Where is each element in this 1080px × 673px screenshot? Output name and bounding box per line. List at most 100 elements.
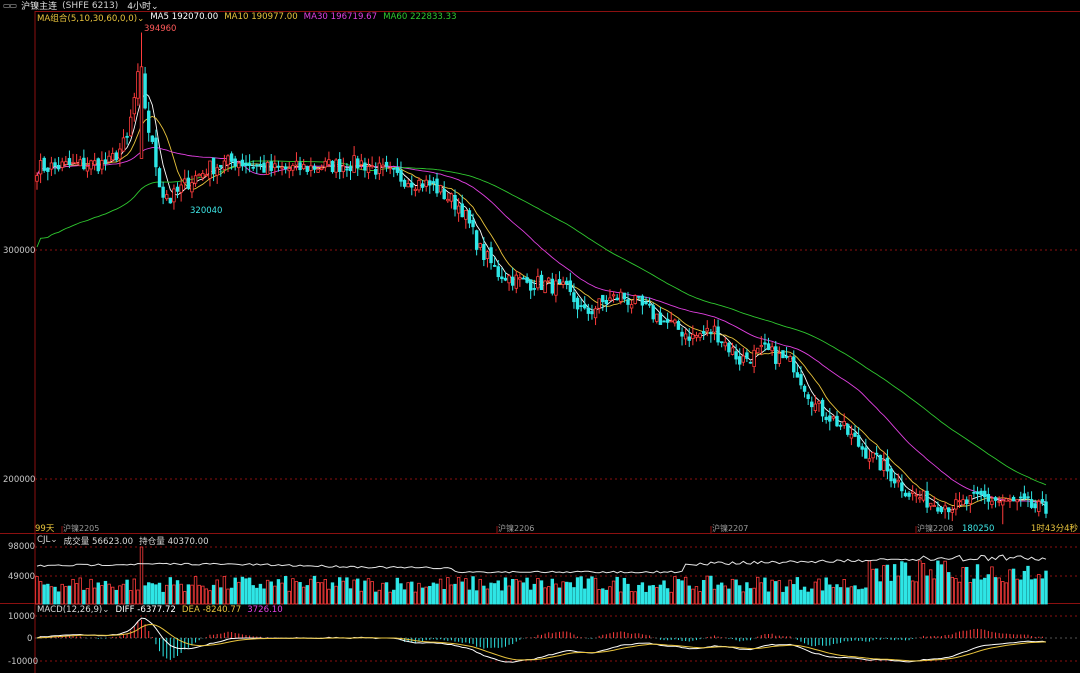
candle-body xyxy=(118,148,122,160)
volume-bar xyxy=(179,583,183,605)
volume-bar xyxy=(215,579,219,605)
candle xyxy=(1044,494,1048,519)
volume-bar xyxy=(774,581,778,605)
candle-body xyxy=(334,159,338,173)
volume-bar xyxy=(925,575,929,605)
candle-body xyxy=(867,458,872,462)
candle-body xyxy=(395,167,400,173)
volume-bar xyxy=(35,576,39,605)
days-label: 99天 xyxy=(35,524,55,534)
candle xyxy=(193,170,198,187)
volume-bar xyxy=(900,561,904,605)
high-price-annotation: 394960 xyxy=(144,24,176,34)
volume-bar xyxy=(363,580,367,605)
candle-body xyxy=(521,277,526,280)
candle-body xyxy=(172,188,176,203)
candle xyxy=(640,294,645,315)
candle xyxy=(583,296,587,310)
volume-bar xyxy=(348,588,353,605)
candle xyxy=(348,161,353,180)
candle xyxy=(128,109,133,137)
time-tick-2205: 沪镍2205 xyxy=(63,523,99,533)
volume-bar xyxy=(572,587,576,605)
candle xyxy=(438,184,443,195)
candle-body xyxy=(510,276,515,286)
volume-bar xyxy=(435,583,439,605)
candle-body xyxy=(150,135,155,142)
volume-bar xyxy=(824,577,828,605)
volume-bar xyxy=(737,585,742,605)
volume-bar xyxy=(132,578,136,605)
volume-bar xyxy=(954,578,958,605)
kline-chart[interactable]: 300000 200000 98000 49000 10000 0 -10000… xyxy=(0,0,1080,673)
candle-body xyxy=(795,372,800,378)
volume-bar xyxy=(1004,582,1009,605)
candle xyxy=(651,302,655,323)
candle xyxy=(298,156,302,176)
candle xyxy=(406,179,410,188)
candle-body xyxy=(719,341,724,344)
volume-bar xyxy=(871,568,875,605)
candle-body xyxy=(377,162,382,174)
candle-body xyxy=(348,166,353,172)
volume-bar xyxy=(683,576,688,605)
volume-bar xyxy=(658,584,663,605)
candle xyxy=(824,412,828,424)
candle-body xyxy=(467,210,472,224)
candle-body xyxy=(431,181,436,184)
candle-body xyxy=(856,435,861,447)
volume-bar xyxy=(799,589,803,605)
candle-body xyxy=(655,313,659,322)
candle-body xyxy=(1040,499,1045,503)
candle xyxy=(424,175,428,192)
candle xyxy=(604,295,609,312)
volume-bar xyxy=(637,584,641,605)
candle-body xyxy=(74,162,79,165)
volume-bar xyxy=(60,583,64,605)
volume-bar xyxy=(990,566,994,605)
candle-body xyxy=(705,327,709,332)
volume-bar xyxy=(525,577,529,605)
candle xyxy=(1015,499,1019,511)
volume-bar xyxy=(428,585,432,605)
candle-body xyxy=(914,494,918,497)
volume-bar xyxy=(377,589,382,605)
candle xyxy=(338,152,342,180)
candle-body xyxy=(456,205,461,214)
candle xyxy=(716,319,720,346)
candle xyxy=(56,156,61,172)
volume-bar xyxy=(727,588,731,605)
volume-bar xyxy=(183,591,187,605)
volume-bar xyxy=(1029,579,1034,605)
volume-bar xyxy=(424,586,428,605)
candle-body xyxy=(727,342,731,353)
candle xyxy=(665,312,670,329)
volume-bar xyxy=(655,587,659,605)
candle-body xyxy=(770,346,774,352)
volume-bar xyxy=(709,575,713,605)
volume-bar xyxy=(568,582,573,605)
volume-bar xyxy=(413,591,418,605)
candle-body xyxy=(38,160,43,175)
candle-body xyxy=(323,160,327,168)
candle-body xyxy=(518,277,522,280)
volume-bar xyxy=(781,591,785,605)
candlesticks xyxy=(35,32,1048,525)
candle-body xyxy=(874,452,879,455)
candle-body xyxy=(265,162,270,175)
volume-bar xyxy=(438,578,443,605)
candle-body xyxy=(381,164,385,168)
candle xyxy=(756,347,760,354)
volume-bar xyxy=(1044,570,1048,605)
volume-bar xyxy=(420,587,425,605)
volume-bar xyxy=(67,585,72,605)
volume-bar xyxy=(251,585,255,605)
volume-bar xyxy=(482,585,486,605)
volume-bar xyxy=(222,575,227,605)
volume-bar xyxy=(125,579,129,605)
candle-body xyxy=(100,160,104,170)
candle-body xyxy=(226,155,230,166)
candle-body xyxy=(936,507,940,512)
volume-bar xyxy=(1022,570,1027,605)
volume-bar xyxy=(698,591,702,605)
